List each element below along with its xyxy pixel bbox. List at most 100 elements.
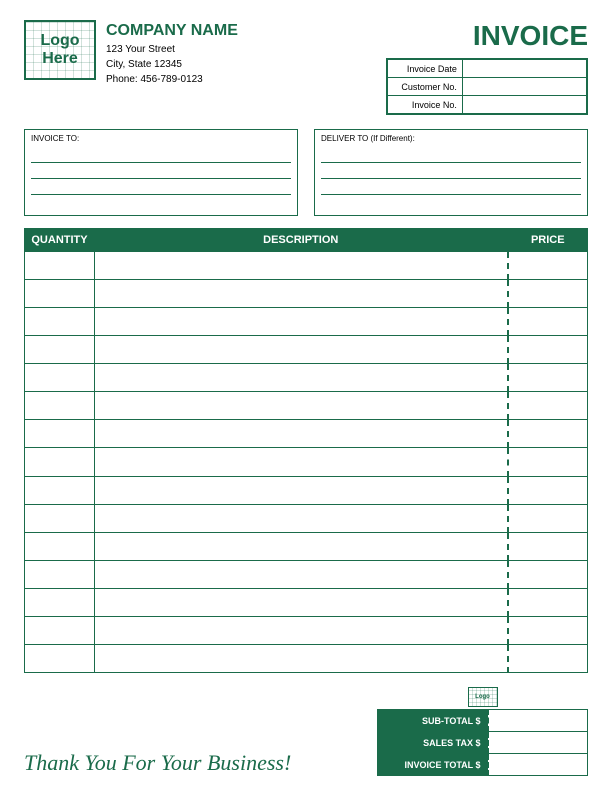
row-price-11[interactable] (508, 560, 588, 588)
sub-total-value[interactable] (488, 710, 588, 732)
address-line1: 123 Your Street (106, 42, 238, 57)
address-section: INVOICE TO: DELIVER TO (If Different): (24, 129, 588, 216)
invoice-date-label: Invoice Date (388, 60, 463, 78)
row-desc-14[interactable] (95, 644, 508, 672)
deliver-to-line-3[interactable] (321, 179, 581, 195)
header-right: INVOICE Invoice Date Customer No. Invoic… (386, 20, 588, 115)
row-qty-7[interactable] (25, 448, 95, 476)
row-qty-4[interactable] (25, 364, 95, 392)
thank-you-text: Thank You For Your Business! (24, 750, 291, 776)
invoice-to-line-4[interactable] (31, 195, 291, 211)
deliver-to-line-4[interactable] (321, 195, 581, 211)
table-row (25, 420, 588, 448)
phone: Phone: 456-789-0123 (106, 72, 238, 87)
row-price-1[interactable] (508, 280, 588, 308)
invoice-no-row: Invoice No. (388, 96, 587, 114)
row-price-14[interactable] (508, 644, 588, 672)
customer-no-label: Customer No. (388, 78, 463, 96)
deliver-to-box: DELIVER TO (If Different): (314, 129, 588, 216)
row-desc-3[interactable] (95, 336, 508, 364)
row-price-0[interactable] (508, 252, 588, 280)
row-desc-1[interactable] (95, 280, 508, 308)
row-price-2[interactable] (508, 308, 588, 336)
row-price-5[interactable] (508, 392, 588, 420)
row-desc-8[interactable] (95, 476, 508, 504)
col-price-header: PRICE (508, 229, 588, 252)
row-desc-9[interactable] (95, 504, 508, 532)
row-desc-0[interactable] (95, 252, 508, 280)
invoice-no-value[interactable] (462, 96, 586, 114)
row-qty-9[interactable] (25, 504, 95, 532)
sub-total-row: SUB-TOTAL $ (378, 710, 588, 732)
row-price-12[interactable] (508, 588, 588, 616)
invoice-date-row: Invoice Date (388, 60, 587, 78)
table-row (25, 336, 588, 364)
table-row (25, 560, 588, 588)
row-qty-0[interactable] (25, 252, 95, 280)
sales-tax-value[interactable] (488, 732, 588, 754)
table-row (25, 280, 588, 308)
invoice-to-box: INVOICE TO: (24, 129, 298, 216)
items-table: QUANTITY DESCRIPTION PRICE (24, 228, 588, 673)
row-desc-4[interactable] (95, 364, 508, 392)
row-qty-2[interactable] (25, 308, 95, 336)
invoice-no-label: Invoice No. (388, 96, 463, 114)
row-desc-6[interactable] (95, 420, 508, 448)
row-desc-7[interactable] (95, 448, 508, 476)
invoice-to-line-3[interactable] (31, 179, 291, 195)
table-row (25, 448, 588, 476)
header-section: Logo Here COMPANY NAME 123 Your Street C… (24, 20, 588, 115)
row-qty-13[interactable] (25, 616, 95, 644)
deliver-to-line-1[interactable] (321, 147, 581, 163)
invoice-to-line-2[interactable] (31, 163, 291, 179)
row-desc-13[interactable] (95, 616, 508, 644)
row-price-13[interactable] (508, 616, 588, 644)
table-row (25, 588, 588, 616)
row-qty-3[interactable] (25, 336, 95, 364)
invoice-to-line-1[interactable] (31, 147, 291, 163)
row-desc-5[interactable] (95, 392, 508, 420)
row-qty-11[interactable] (25, 560, 95, 588)
row-desc-11[interactable] (95, 560, 508, 588)
customer-no-row: Customer No. (388, 78, 587, 96)
row-desc-2[interactable] (95, 308, 508, 336)
header-left: Logo Here COMPANY NAME 123 Your Street C… (24, 20, 238, 87)
row-qty-6[interactable] (25, 420, 95, 448)
totals-area: Logo SUB-TOTAL $ SALES TAX $ INVOICE TOT… (377, 687, 588, 776)
row-price-7[interactable] (508, 448, 588, 476)
row-price-9[interactable] (508, 504, 588, 532)
table-row (25, 532, 588, 560)
row-qty-1[interactable] (25, 280, 95, 308)
row-price-8[interactable] (508, 476, 588, 504)
row-qty-12[interactable] (25, 588, 95, 616)
table-header-row: QUANTITY DESCRIPTION PRICE (25, 229, 588, 252)
table-row (25, 616, 588, 644)
invoice-date-value[interactable] (462, 60, 586, 78)
table-row (25, 644, 588, 672)
row-desc-10[interactable] (95, 532, 508, 560)
logo-line1: Logo (40, 32, 79, 50)
thank-you-section: Thank You For Your Business! (24, 750, 291, 776)
customer-no-value[interactable] (462, 78, 586, 96)
totals-table: SUB-TOTAL $ SALES TAX $ INVOICE TOTAL $ (377, 709, 588, 776)
table-row (25, 392, 588, 420)
row-price-6[interactable] (508, 420, 588, 448)
row-qty-8[interactable] (25, 476, 95, 504)
company-name: COMPANY NAME (106, 22, 238, 40)
row-qty-5[interactable] (25, 392, 95, 420)
row-qty-10[interactable] (25, 532, 95, 560)
row-price-10[interactable] (508, 532, 588, 560)
invoice-to-label: INVOICE TO: (31, 134, 291, 143)
row-qty-14[interactable] (25, 644, 95, 672)
col-quantity-header: QUANTITY (25, 229, 95, 252)
row-price-4[interactable] (508, 364, 588, 392)
deliver-to-line-2[interactable] (321, 163, 581, 179)
row-price-3[interactable] (508, 336, 588, 364)
company-info: COMPANY NAME 123 Your Street City, State… (106, 20, 238, 87)
invoice-total-value[interactable] (488, 754, 588, 776)
invoice-to-lines (31, 147, 291, 211)
deliver-to-lines (321, 147, 581, 211)
row-desc-12[interactable] (95, 588, 508, 616)
invoice-total-row: INVOICE TOTAL $ (378, 754, 588, 776)
invoice-fields: Invoice Date Customer No. Invoice No. (386, 58, 588, 115)
